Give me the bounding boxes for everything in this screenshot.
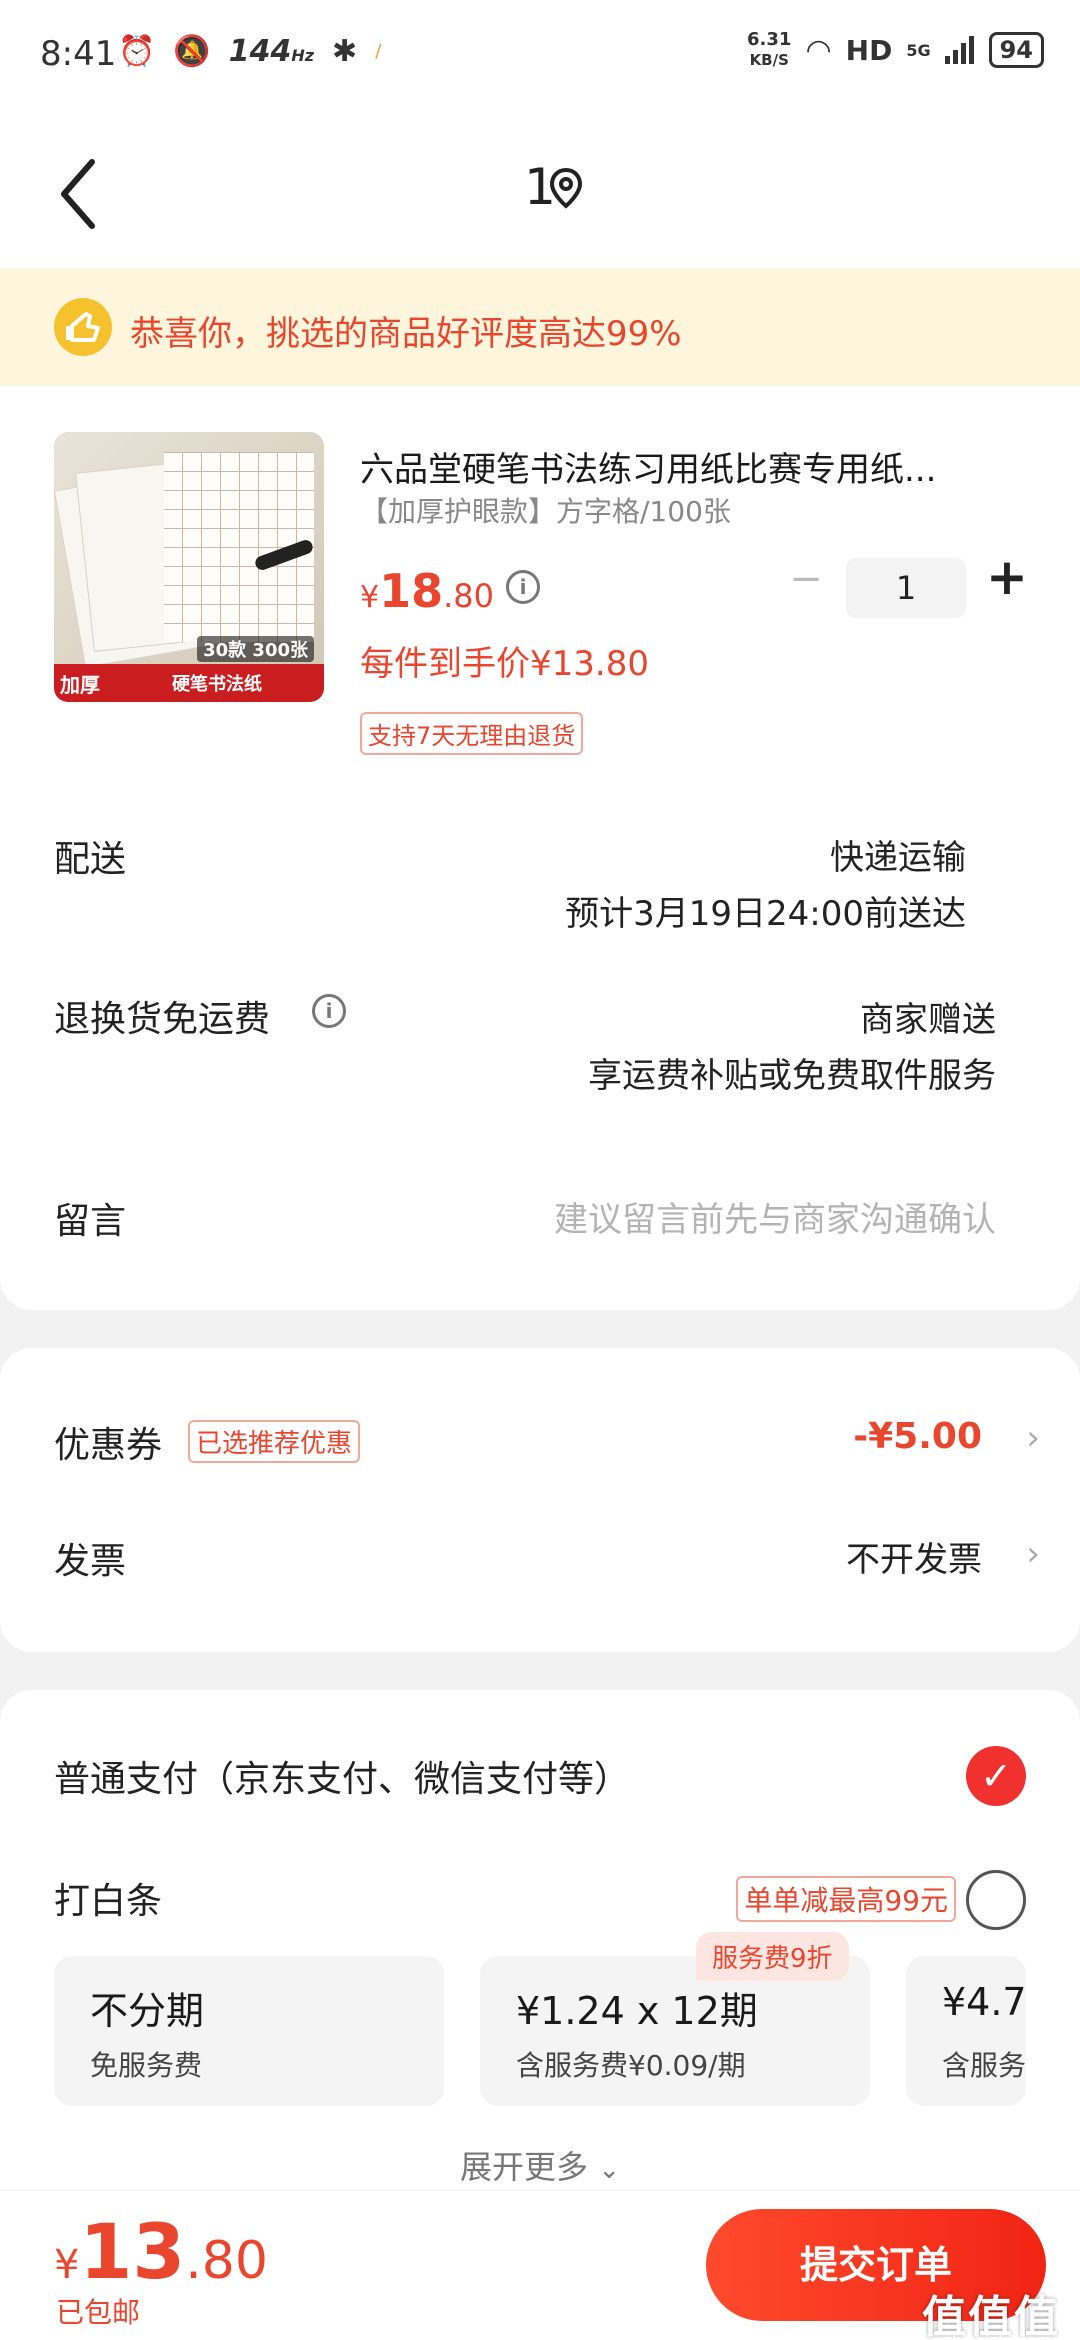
return-shipping-info-icon[interactable]: i [312,994,346,1028]
checkout-bar: ¥ 13 .80 已包邮 提交订单 值值值 zhizhizhi.com [0,2190,1080,2340]
coupon-chevron-icon[interactable]: › [1026,1418,1040,1458]
chevron-down-icon: ⌄ [598,2155,620,2185]
installment-option-sub: 含服务费¥0.09/期 [516,2049,746,2082]
return-shipping-desc: 享运费补贴或免费取件服务 [588,1056,996,1096]
product-image-count: 30款 300张 [197,636,314,662]
installment-option-more[interactable]: ¥4.7 含服务 [906,1956,1026,2106]
network-type: 5G [906,40,931,60]
free-shipping-label: 已包邮 [56,2296,141,2329]
return-shipping-label: 退换货免运费 [54,999,271,1040]
wifi-icon: ◠ [805,32,832,68]
order-total: ¥ 13 .80 [54,2207,268,2296]
return-shipping-value: 商家赠送 [860,1000,996,1040]
thumbs-up-icon [54,298,112,356]
rating-banner: 恭喜你，挑选的商品好评度高达99% [0,268,1080,386]
nav-bar: 1 [0,110,1080,270]
status-icons-right: 6.31 KB/S ◠ HD 5G 94 [747,30,1044,70]
signal-icon [944,36,974,64]
quantity-input[interactable]: 1 [846,558,966,618]
address-title[interactable]: 1 [0,158,1080,216]
normal-payment-radio-checked[interactable]: ✓ [966,1746,1026,1806]
notification-dot-icon: / [375,41,382,62]
installment-option-sub: 含服务 [942,2049,1026,2082]
expand-more-label: 展开更多 [460,2148,589,2186]
installment-option-main: ¥4.7 [942,1980,1026,2024]
watermark-url: zhizhizhi.com [944,2331,1052,2340]
alarm-icon: ⏰ [118,34,156,69]
status-bar: 8:41 ⏰ 🔕 144Hz ✱ / 6.31 KB/S ◠ HD 5G 94 [0,0,1080,110]
order-item-card: 30款 300张 加厚 硬笔书法纸 六品堂硬笔书法练习用纸比赛专用纸... 【加… [0,386,1080,1310]
baitiao-radio[interactable] [966,1870,1026,1930]
network-speed: 6.31 KB/S [747,29,792,70]
quantity-increase-button[interactable]: + [984,548,1030,608]
product-image-caption: 硬笔书法纸 [172,674,262,695]
battery-icon: 94 [988,32,1044,68]
delivery-label: 配送 [54,839,127,880]
product-image-tag: 加厚 [60,673,100,697]
service-fee-discount-badge: 服务费9折 [696,1932,849,1981]
message-label: 留言 [54,1201,127,1242]
installment-option-main: ¥1.24 x 12期 [516,1989,758,2033]
status-time: 8:41 [40,34,117,74]
product-price: ¥ 18 .80 [360,564,494,618]
mute-icon: 🔕 [173,34,211,69]
baitiao-label[interactable]: 打白条 [54,1872,162,1924]
invoice-value[interactable]: 不开发票 [846,1532,982,1581]
status-icons-left: ⏰ 🔕 144Hz ✱ / [118,34,381,69]
baitiao-promo-tag: 单单减最高99元 [736,1876,956,1922]
rating-banner-text: 恭喜你，挑选的商品好评度高达99% [130,314,682,354]
message-input[interactable]: 建议留言前先与商家沟通确认 [554,1192,996,1241]
final-unit-price: 每件到手价¥13.80 [360,644,649,684]
return-policy-tag: 支持7天无理由退货 [360,712,584,755]
bluetooth-icon: ✱ [332,34,358,69]
hd-label: HD [845,33,893,67]
discount-card: 优惠券 已选推荐优惠 -¥5.00 › 发票 不开发票 › [0,1348,1080,1652]
delivery-method[interactable]: 快递运输 [830,830,966,879]
invoice-chevron-icon[interactable]: › [1026,1534,1040,1574]
coupon-value[interactable]: -¥5.00 [853,1416,982,1457]
product-spec[interactable]: 【加厚护眼款】方字格/100张 [360,490,731,530]
coupon-recommended-tag: 已选推荐优惠 [188,1420,361,1463]
installment-option-none[interactable]: 不分期 免服务费 [54,1956,444,2106]
coupon-label: 优惠券 [54,1425,163,1466]
quantity-decrease-button[interactable]: − [786,556,826,606]
invoice-label: 发票 [54,1541,127,1582]
refresh-rate: 144Hz [228,34,315,69]
location-pin-icon[interactable] [548,166,584,210]
product-title[interactable]: 六品堂硬笔书法练习用纸比赛专用纸... [360,442,1020,491]
normal-payment-label[interactable]: 普通支付（京东支付、微信支付等） [54,1750,630,1802]
delivery-eta[interactable]: 预计3月19日24:00前送达 [565,886,966,935]
installment-option-main: 不分期 [90,1989,205,2033]
price-info-icon[interactable]: i [506,570,540,604]
product-image[interactable]: 30款 300张 加厚 硬笔书法纸 [54,432,324,702]
installment-option-sub: 免服务费 [90,2049,203,2082]
expand-more-button[interactable]: 展开更多 ⌄ [0,2142,1080,2188]
